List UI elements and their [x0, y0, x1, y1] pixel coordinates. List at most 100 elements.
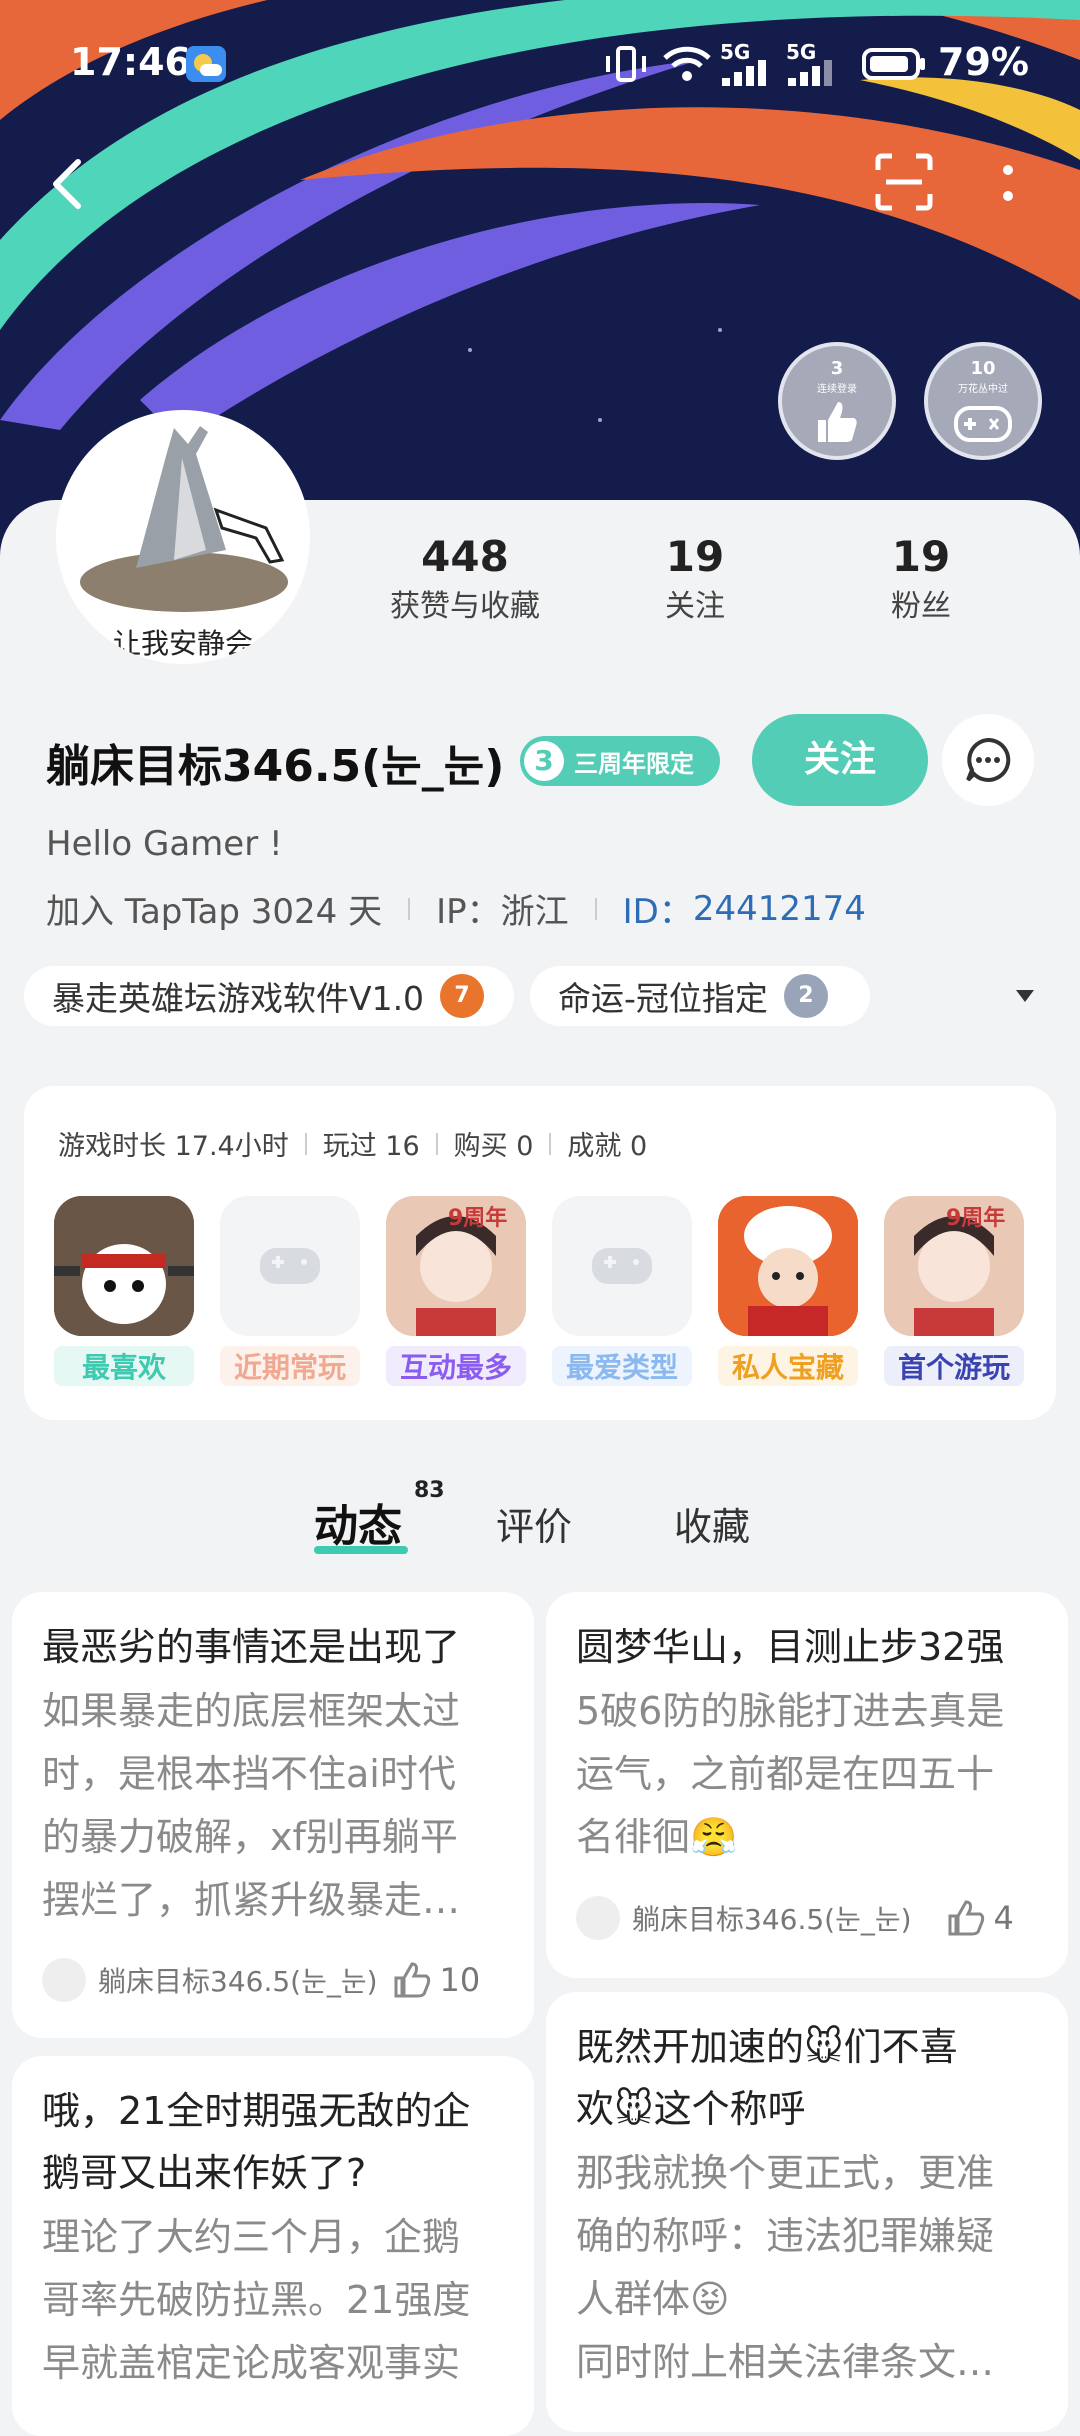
- game-first[interactable]: 9周年 首个游玩: [884, 1196, 1024, 1386]
- message-button[interactable]: [942, 714, 1034, 806]
- wifi-icon: [662, 44, 712, 84]
- game-tag-2-label: 命运-冠位指定: [558, 979, 768, 1018]
- post-meta: 躺床目标346.5(눈_눈) 4: [576, 1896, 1046, 1940]
- author-avatar[interactable]: [576, 1896, 620, 1940]
- post-card[interactable]: 既然开加速的🐭们不喜 欢🐭这个称呼 那我就换个更正式，更准 确的称呼：违法犯罪嫌…: [546, 1992, 1068, 2432]
- back-button[interactable]: [48, 156, 88, 212]
- badge-games[interactable]: 10 万花丛中过: [924, 342, 1042, 460]
- game-placeholder-icon: [220, 1196, 360, 1336]
- weather-icon: [186, 46, 226, 82]
- game-favorite-label: 最喜欢: [54, 1346, 194, 1386]
- badge-games-sub: 万花丛中过: [958, 384, 1008, 395]
- post-title-line: 欢🐭这个称呼: [576, 2087, 806, 2131]
- like-icon[interactable]: [392, 1962, 432, 1998]
- game-tag-1[interactable]: 暴走英雄坛游戏软件V1.0 7: [24, 966, 514, 1026]
- game-recent[interactable]: 近期常玩: [220, 1196, 360, 1386]
- post-line: 那我就换个更正式，更准: [576, 2151, 995, 2195]
- gamepad-icon: [954, 406, 1012, 442]
- divider: [549, 1132, 552, 1155]
- like-count: 10: [439, 1961, 481, 1999]
- post-card[interactable]: 最恶劣的事情还是出现了 如果暴走的底层框架太过 时，是根本挡不住ai时代 的暴力…: [12, 1592, 534, 2038]
- anniversary-icon: 3: [524, 741, 564, 781]
- tab-feed[interactable]: 动态: [314, 1490, 402, 1554]
- stat-followers-label: 粉丝: [891, 589, 951, 624]
- signal-icon-1: [720, 60, 776, 86]
- divider: [435, 1132, 438, 1155]
- post-body: 5破6防的脉能打进去真是 运气，之前都是在四五十 名徘徊😤: [576, 1680, 1004, 1869]
- id-value[interactable]: 24412174: [693, 889, 866, 929]
- purchased-count[interactable]: 购买 0: [454, 1124, 534, 1163]
- stat-followers-value: 19: [891, 532, 951, 581]
- anniversary-stamp: 9周年: [448, 1206, 508, 1231]
- game-genre[interactable]: 最爱类型: [552, 1196, 692, 1386]
- game-tag-2[interactable]: 命运-冠位指定 2: [530, 966, 870, 1026]
- achievements-count[interactable]: 成就 0: [567, 1124, 647, 1163]
- scan-icon[interactable]: [874, 152, 934, 212]
- post-line: 哥率先破防拉黑。21强度: [42, 2278, 471, 2322]
- vibrate-icon: [604, 46, 648, 82]
- level-badge-icon: 7: [440, 974, 485, 1018]
- more-icon[interactable]: [996, 160, 1020, 210]
- post-card[interactable]: 哦，21全时期强无敌的企 鹅哥又出来作妖了? 理论了大约三个月，企鹅 哥率先破防…: [12, 2056, 534, 2436]
- post-line: 时，是根本挡不住ai时代: [42, 1752, 456, 1796]
- game-icon: 9周年: [884, 1196, 1024, 1336]
- game-treasure[interactable]: 私人宝藏: [718, 1196, 858, 1386]
- level-badge-icon: 2: [783, 974, 828, 1018]
- tab-favorites[interactable]: 收藏: [674, 1496, 750, 1551]
- game-interactive-label: 互动最多: [386, 1346, 526, 1386]
- like-icon[interactable]: [946, 1900, 986, 1936]
- post-body: 理论了大约三个月，企鹅 哥率先破防拉黑。21强度 早就盖棺定论成客观事实: [42, 2206, 470, 2395]
- thumbs-up-icon: [818, 402, 857, 442]
- id-label: ID：: [622, 892, 693, 932]
- stat-likes[interactable]: 448 获赞与收藏: [380, 532, 550, 625]
- avatar-caption: 让我安静会: [112, 627, 253, 660]
- game-stats-row: 游戏时长 17.4小时 玩过 16 购买 0 成就 0: [58, 1124, 647, 1163]
- bio-text: Hello Gamer !: [46, 824, 283, 864]
- post-card[interactable]: 圆梦华山，目测止步32强 5破6防的脉能打进去真是 运气，之前都是在四五十 名徘…: [546, 1592, 1068, 1978]
- anniversary-stamp: 9周年: [946, 1206, 1006, 1231]
- game-stats-card: 游戏时长 17.4小时 玩过 16 购买 0 成就 0 最喜欢 近期常玩 9周年…: [24, 1086, 1056, 1420]
- divider: [408, 897, 411, 920]
- played-count[interactable]: 玩过 16: [323, 1124, 420, 1163]
- post-line: 的暴力破解，xf别再躺平: [42, 1815, 458, 1859]
- author-avatar[interactable]: [42, 1958, 86, 2002]
- post-author[interactable]: 躺床目标346.5(눈_눈): [98, 1960, 378, 2000]
- badge-games-num: 10: [970, 358, 996, 379]
- game-placeholder-icon: [552, 1196, 692, 1336]
- tab-reviews[interactable]: 评价: [496, 1496, 572, 1551]
- badge-login-sub: 连续登录: [817, 384, 857, 395]
- anniversary-label: 三周年限定: [574, 749, 694, 778]
- post-line: 摆烂了，抓紧升级暴走…: [42, 1878, 461, 1922]
- post-title: 最恶劣的事情还是出现了: [42, 1625, 461, 1669]
- anniversary-badge[interactable]: 3 三周年限定: [520, 736, 720, 786]
- game-interactive[interactable]: 9周年 互动最多: [386, 1196, 526, 1386]
- chat-icon: [966, 737, 1011, 782]
- game-favorite[interactable]: 最喜欢: [54, 1196, 194, 1386]
- user-meta-row: 加入 TapTap 3024 天 IP：浙江 ID： 24412174: [46, 884, 866, 933]
- game-tag-1-label: 暴走英雄坛游戏软件V1.0: [52, 979, 425, 1018]
- signal-icon-2: [786, 60, 842, 86]
- game-genre-label: 最爱类型: [552, 1346, 692, 1386]
- post-title: 圆梦华山，目测止步32强: [576, 1625, 1005, 1669]
- stat-following-label: 关注: [665, 589, 725, 624]
- follow-button[interactable]: 关注: [752, 714, 928, 806]
- post-line: 确的称呼：违法犯罪嫌疑: [576, 2214, 995, 2258]
- stat-likes-value: 448: [421, 532, 509, 581]
- stat-following[interactable]: 19 关注: [620, 532, 770, 625]
- post-line: 早就盖棺定论成客观事实: [42, 2341, 461, 2385]
- post-line: 同时附上相关法律条文…: [576, 2340, 995, 2384]
- expand-tags-icon[interactable]: [1014, 988, 1036, 1004]
- avatar[interactable]: 让我安静会: [56, 410, 310, 664]
- like-count: 4: [993, 1899, 1014, 1937]
- stat-followers[interactable]: 19 粉丝: [846, 532, 996, 625]
- stat-following-value: 19: [665, 532, 725, 581]
- post-author[interactable]: 躺床目标346.5(눈_눈): [632, 1898, 912, 1938]
- post-title-line: 既然开加速的🐭们不喜: [576, 2025, 958, 2069]
- stat-likes-label: 获赞与收藏: [390, 589, 540, 624]
- badge-login-streak[interactable]: 3 连续登录: [778, 342, 896, 460]
- post-line: 名徘徊😤: [576, 1815, 738, 1859]
- post-meta: 躺床目标346.5(눈_눈) 10: [42, 1958, 512, 2002]
- play-time[interactable]: 游戏时长 17.4小时: [58, 1124, 289, 1163]
- post-body: 如果暴走的底层框架太过 时，是根本挡不住ai时代 的暴力破解，xf别再躺平 摆烂…: [42, 1680, 460, 1932]
- post-line: 如果暴走的底层框架太过: [42, 1689, 461, 1733]
